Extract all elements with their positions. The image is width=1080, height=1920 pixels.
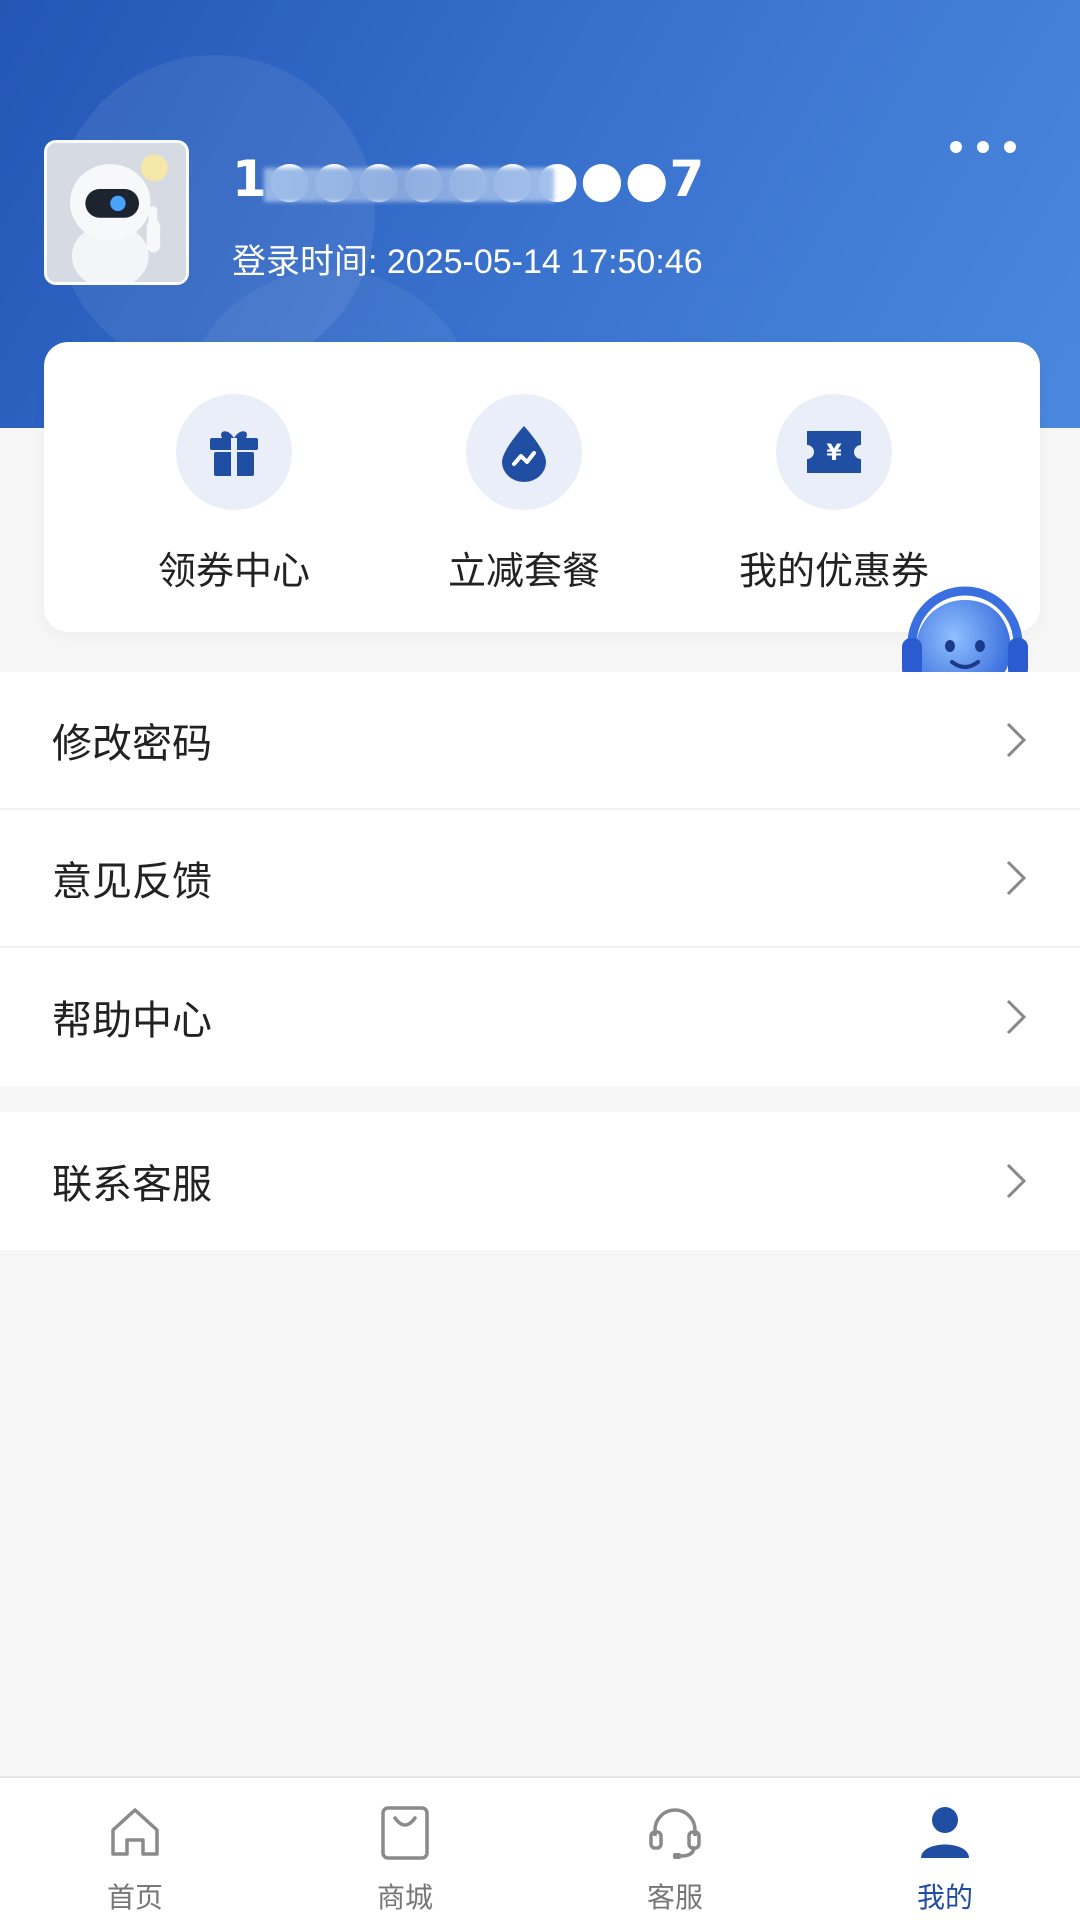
tab-service[interactable]: 客服	[540, 1778, 810, 1920]
tab-label: 我的	[916, 1881, 973, 1914]
quick-action-discount-package[interactable]: 立减套餐	[394, 394, 654, 595]
login-time: 登录时间: 2025-05-14 17:50:46	[232, 243, 703, 281]
menu-item-label: 意见反馈	[52, 859, 212, 905]
tab-label: 商城	[376, 1881, 433, 1914]
menu-item-contact-service[interactable]: 联系客服	[0, 1112, 1080, 1250]
quick-action-label: 领券中心	[157, 549, 310, 593]
menu-item-label: 联系客服	[52, 1162, 212, 1208]
menu-item-change-password[interactable]: 修改密码	[0, 672, 1080, 810]
chevron-right-icon	[1006, 722, 1027, 758]
more-dot-icon	[950, 141, 962, 153]
chevron-right-icon	[1006, 1163, 1027, 1199]
settings-menu: 修改密码 意见反馈 帮助中心	[0, 672, 1080, 1086]
gift-icon	[176, 394, 292, 510]
coupon-icon: ¥	[776, 394, 892, 510]
robot-avatar-icon	[47, 143, 186, 282]
privacy-blur	[264, 168, 554, 202]
tab-label: 客服	[646, 1881, 703, 1914]
svg-text:¥: ¥	[826, 441, 842, 466]
headset-icon	[649, 1808, 701, 1859]
tab-home[interactable]: 首页	[0, 1778, 270, 1920]
tab-label: 首页	[106, 1881, 163, 1914]
avatar[interactable]	[44, 140, 189, 285]
more-options-button[interactable]	[946, 132, 1020, 162]
tab-mall[interactable]: 商城	[270, 1778, 540, 1920]
username: 1●●●●●●●●●7	[232, 150, 705, 210]
menu-item-help-center[interactable]: 帮助中心	[0, 948, 1080, 1086]
menu-item-feedback[interactable]: 意见反馈	[0, 810, 1080, 948]
shopping-bag-icon	[381, 1806, 429, 1860]
drop-icon	[466, 394, 582, 510]
bottom-tab-bar: 首页 商城 客服 我的	[0, 1776, 1080, 1920]
more-dot-icon	[1004, 141, 1016, 153]
user-icon	[921, 1807, 969, 1858]
quick-action-coupon-center[interactable]: 领券中心	[104, 394, 364, 595]
menu-item-label: 修改密码	[52, 721, 212, 767]
chevron-right-icon	[1006, 999, 1027, 1035]
menu-item-label: 帮助中心	[52, 998, 212, 1044]
quick-action-my-coupons[interactable]: ¥ 我的优惠券	[704, 394, 964, 595]
more-dot-icon	[977, 141, 989, 153]
tab-mine[interactable]: 我的	[810, 1778, 1080, 1920]
chevron-right-icon	[1006, 860, 1027, 896]
support-menu: 联系客服	[0, 1112, 1080, 1250]
home-icon	[111, 1808, 159, 1856]
quick-action-label: 立减套餐	[447, 549, 600, 593]
